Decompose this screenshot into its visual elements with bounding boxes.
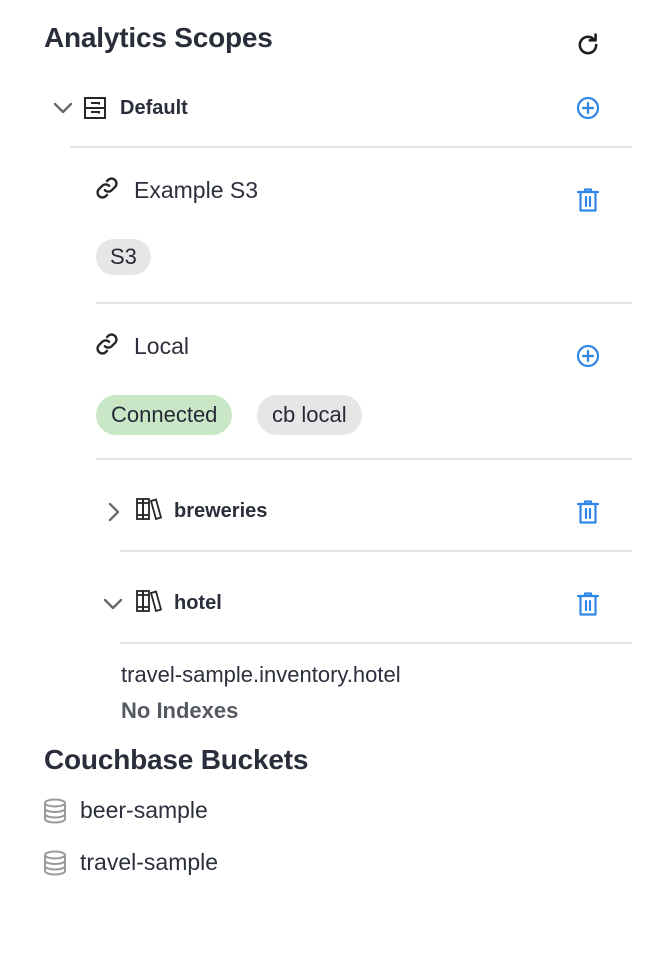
delete-link-button[interactable]	[576, 187, 600, 213]
delete-dataset-button[interactable]	[576, 499, 600, 525]
divider	[120, 642, 632, 644]
link-name: Local	[134, 333, 189, 359]
dataset-icon	[136, 498, 162, 520]
link-icon	[94, 175, 120, 201]
couchbase-buckets-title: Couchbase Buckets	[44, 744, 309, 775]
divider	[70, 146, 632, 148]
indexes-status: No Indexes	[121, 698, 239, 723]
scope-name: Default	[120, 97, 188, 119]
link-icon	[94, 331, 120, 357]
add-dataset-button[interactable]	[576, 344, 600, 368]
link-name: Example S3	[134, 177, 259, 203]
delete-dataset-button[interactable]	[576, 591, 600, 617]
link-type-badge: S3	[96, 239, 151, 275]
divider	[96, 302, 632, 304]
bucket-name: travel-sample	[80, 849, 219, 875]
divider	[120, 550, 632, 552]
refresh-icon[interactable]	[574, 31, 602, 59]
dataset-name: hotel	[174, 592, 222, 614]
dataset-name: breweries	[174, 500, 268, 522]
chevron-down-icon[interactable]	[52, 98, 74, 118]
analytics-scopes-title: Analytics Scopes	[44, 22, 273, 53]
chevron-down-icon[interactable]	[102, 594, 124, 614]
scope-icon	[83, 96, 107, 120]
connection-status-badge: Connected	[96, 395, 233, 435]
bucket-name: beer-sample	[80, 797, 208, 823]
link-type-badge: cb local	[257, 395, 362, 435]
dataset-source-path: travel-sample.inventory.hotel	[121, 662, 401, 687]
database-icon	[43, 850, 67, 876]
database-icon	[43, 798, 67, 824]
dataset-icon	[136, 590, 162, 612]
add-link-button[interactable]	[576, 96, 600, 120]
divider	[96, 458, 632, 460]
chevron-right-icon[interactable]	[104, 501, 122, 523]
